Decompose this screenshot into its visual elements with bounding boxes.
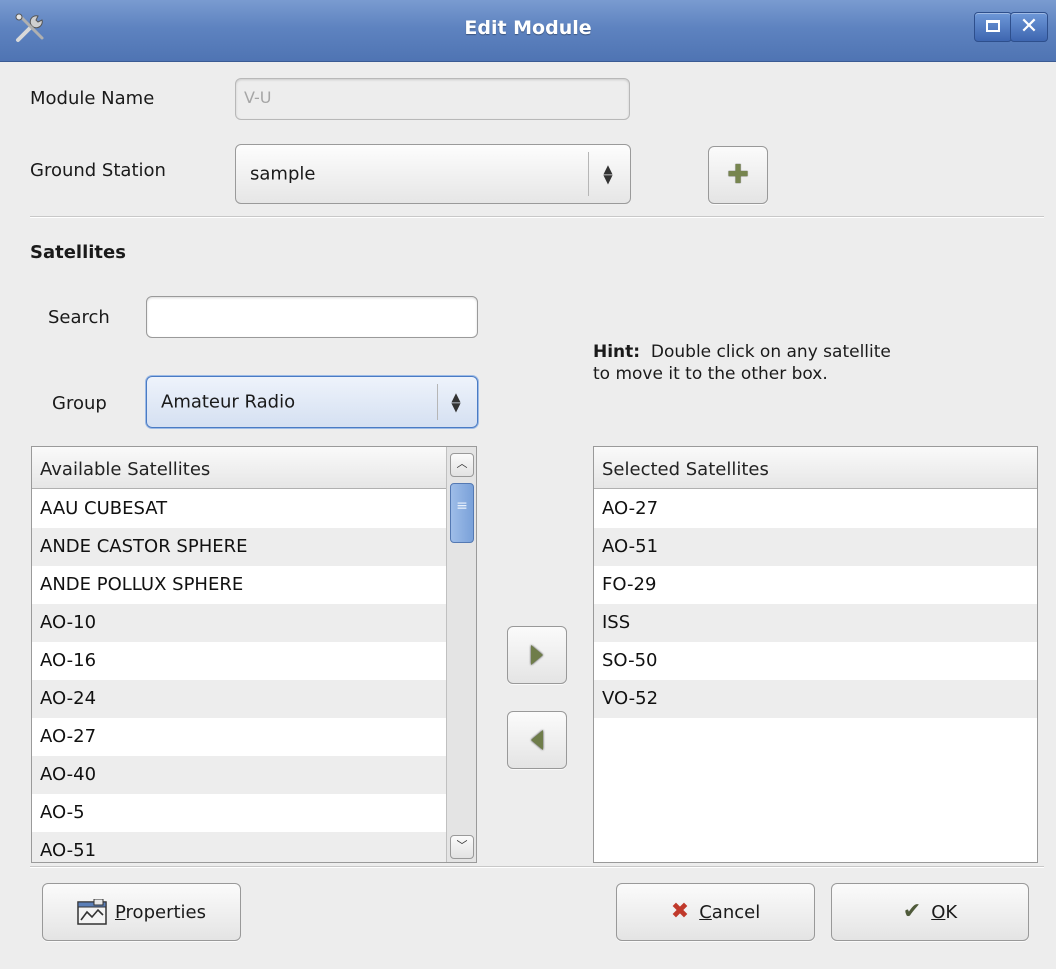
ground-station-value: sample	[250, 163, 316, 185]
checkmark-icon: ✔	[902, 899, 922, 924]
search-label: Search	[48, 307, 110, 328]
separator	[30, 866, 1044, 868]
list-item[interactable]: FO-29	[594, 566, 1037, 604]
window-title: Edit Module	[464, 17, 592, 39]
updown-icon: ▲ ▼	[451, 390, 461, 414]
list-item[interactable]: AO-16	[32, 642, 446, 680]
hint-bold: Hint:	[593, 342, 641, 362]
arrow-right-icon	[531, 645, 543, 665]
move-right-button[interactable]	[507, 626, 567, 684]
maximize-icon	[986, 20, 1000, 32]
list-item[interactable]: AO-24	[32, 680, 446, 718]
ground-station-label: Ground Station	[30, 160, 166, 181]
available-satellites-list[interactable]: Available Satellites AAU CUBESAT ANDE CAS…	[31, 446, 477, 863]
list-item[interactable]: ANDE CASTOR SPHERE	[32, 528, 446, 566]
close-button[interactable]: ✕	[1010, 12, 1048, 42]
list-item[interactable]: ISS	[594, 604, 1037, 642]
combo-separator	[437, 384, 438, 420]
list-item[interactable]: AO-5	[32, 794, 446, 832]
ground-station-select[interactable]: sample ▲ ▼	[235, 144, 631, 204]
close-icon: ✕	[1019, 14, 1039, 39]
cancel-x-icon: ✖	[670, 899, 690, 924]
add-ground-station-button[interactable]: ✚	[708, 146, 768, 204]
maximize-button[interactable]	[974, 12, 1012, 42]
module-name-label: Module Name	[30, 88, 155, 109]
title-bar: Edit Module ✕	[0, 0, 1056, 62]
combo-separator	[588, 152, 589, 196]
move-left-button[interactable]	[507, 711, 567, 769]
list-item[interactable]: AO-51	[594, 528, 1037, 566]
scroll-up-icon[interactable]: ︿	[450, 453, 474, 477]
properties-button[interactable]: Properties	[42, 883, 241, 941]
search-input[interactable]	[146, 296, 478, 338]
list-item[interactable]: AO-27	[594, 490, 1037, 528]
satellites-heading: Satellites	[30, 242, 126, 263]
hint-text: Hint: Double click on any satellite to m…	[593, 341, 891, 385]
list-item[interactable]: AO-27	[32, 718, 446, 756]
scroll-thumb[interactable]: ≡	[450, 483, 474, 543]
group-value: Amateur Radio	[161, 391, 296, 413]
hint-line2: to move it to the other box.	[593, 364, 828, 384]
selected-satellites-header[interactable]: Selected Satellites	[594, 447, 1037, 489]
separator	[30, 216, 1044, 218]
selected-satellites-list[interactable]: Selected Satellites AO-27 AO-51 FO-29 ISS SO…	[593, 446, 1038, 863]
properties-icon	[77, 898, 107, 925]
list-item[interactable]: ANDE POLLUX SPHERE	[32, 566, 446, 604]
list-item[interactable]: VO-52	[594, 680, 1037, 718]
group-label: Group	[52, 393, 107, 414]
cancel-label: Cancel	[699, 901, 761, 923]
group-select[interactable]: Amateur Radio ▲ ▼	[146, 376, 478, 428]
properties-label: Properties	[115, 901, 206, 923]
list-item[interactable]: AO-40	[32, 756, 446, 794]
ok-label: OK	[931, 901, 958, 923]
list-item[interactable]: AO-10	[32, 604, 446, 642]
ok-button[interactable]: ✔ OK	[831, 883, 1029, 941]
scroll-down-icon[interactable]: ﹀	[450, 835, 474, 859]
list-item[interactable]: SO-50	[594, 642, 1037, 680]
selected-rows: AO-27 AO-51 FO-29 ISS SO-50 VO-52	[594, 490, 1037, 718]
available-satellites-header[interactable]: Available Satellites	[32, 447, 446, 489]
arrow-left-icon	[531, 730, 543, 750]
plus-icon: ✚	[727, 160, 749, 190]
updown-icon: ▲ ▼	[603, 162, 613, 186]
module-name-field: V-U	[235, 78, 630, 120]
available-scrollbar[interactable]: ︿ ≡ ﹀	[446, 447, 476, 862]
hint-line1: Double click on any satellite	[650, 342, 891, 362]
list-item[interactable]: AO-51	[32, 832, 446, 862]
cancel-button[interactable]: ✖ Cancel	[616, 883, 815, 941]
list-item[interactable]: AAU CUBESAT	[32, 490, 446, 528]
available-rows: AAU CUBESAT ANDE CASTOR SPHERE ANDE POLLUX…	[32, 490, 446, 862]
